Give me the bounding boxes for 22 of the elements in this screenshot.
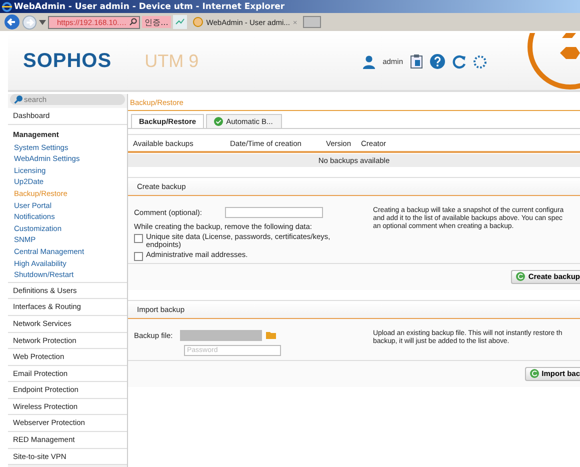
browser-logo-icon [2,2,12,12]
logo-text: SOPHOS [23,50,112,73]
search-icon [14,95,23,104]
check-icon [214,117,224,126]
user-icon[interactable] [362,54,376,68]
file-input-field[interactable] [180,330,262,341]
clipboard-icon[interactable] [410,54,423,69]
refresh-icon [530,369,539,378]
window-title: WebAdmin - User admin - Device utm - Internet Explorer [14,2,285,12]
refresh-icon [516,272,526,282]
product-name: UTM 9 [144,51,199,72]
search-icon[interactable] [128,18,137,26]
refresh-icon[interactable] [452,54,466,68]
dropdown-caret-icon[interactable] [39,20,46,24]
help-icon[interactable] [430,54,445,69]
certificate-warning[interactable]: 인증... [142,16,172,28]
comment-input-field[interactable] [225,207,323,218]
spinner-icon [473,54,487,68]
new-tab-button[interactable] [303,16,322,28]
checkbox[interactable] [134,252,143,261]
checkbox[interactable] [134,234,143,243]
folder-icon[interactable] [266,331,276,340]
